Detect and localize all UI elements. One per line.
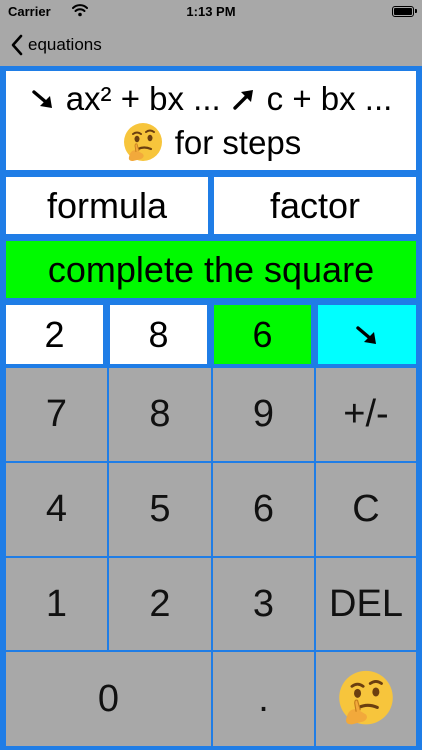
formula-button[interactable]: formula [6,177,208,234]
key-1[interactable]: 1 [6,558,107,650]
keypad: 7 8 9 +/- 4 5 6 C 1 2 3 DEL 0 . [6,368,416,746]
key-8[interactable]: 8 [109,368,211,461]
reverse-form-label: c + bx ... [266,79,393,117]
key-9[interactable]: 9 [213,368,314,461]
navigation-bar: equations [0,24,422,66]
equation-forms-line: ax² + bx ... c + bx ... [30,77,393,121]
back-button[interactable]: equations [10,33,102,57]
coefficient-c-field[interactable]: 6 [214,305,311,364]
key-0[interactable]: 0 [6,652,211,746]
key-2[interactable]: 2 [109,558,211,650]
steps-hint-label: for steps [174,123,302,161]
back-button-label: equations [28,35,102,54]
status-time: 1:13 PM [186,4,236,19]
steps-hint-line: for steps [121,121,302,165]
key-4[interactable]: 4 [6,463,107,556]
thinking-face-icon [335,668,397,730]
standard-form-label: ax² + bx ... [65,79,221,117]
key-3[interactable]: 3 [213,558,314,650]
decimal-key[interactable]: . [213,652,314,746]
arrow-down-right-icon [354,322,380,348]
key-6[interactable]: 6 [213,463,314,556]
instructions-panel: ax² + bx ... c + bx ... for steps [6,71,416,170]
key-5[interactable]: 5 [109,463,211,556]
key-7[interactable]: 7 [6,368,107,461]
battery-icon [392,6,417,17]
arrow-up-right-icon [231,86,257,112]
thinking-face-icon [121,121,165,165]
chevron-left-icon [10,34,24,56]
show-steps-key[interactable] [316,652,416,746]
solve-button[interactable] [318,305,416,364]
delete-key[interactable]: DEL [316,558,416,650]
sign-toggle-key[interactable]: +/- [316,368,416,461]
clear-key[interactable]: C [316,463,416,556]
complete-the-square-button[interactable]: complete the square [6,241,416,298]
arrow-down-right-icon [30,86,56,112]
coefficient-a-field[interactable]: 2 [6,305,103,364]
status-bar: Carrier 1:13 PM [0,0,422,24]
coefficient-b-field[interactable]: 8 [110,305,207,364]
factor-button[interactable]: factor [214,177,416,234]
